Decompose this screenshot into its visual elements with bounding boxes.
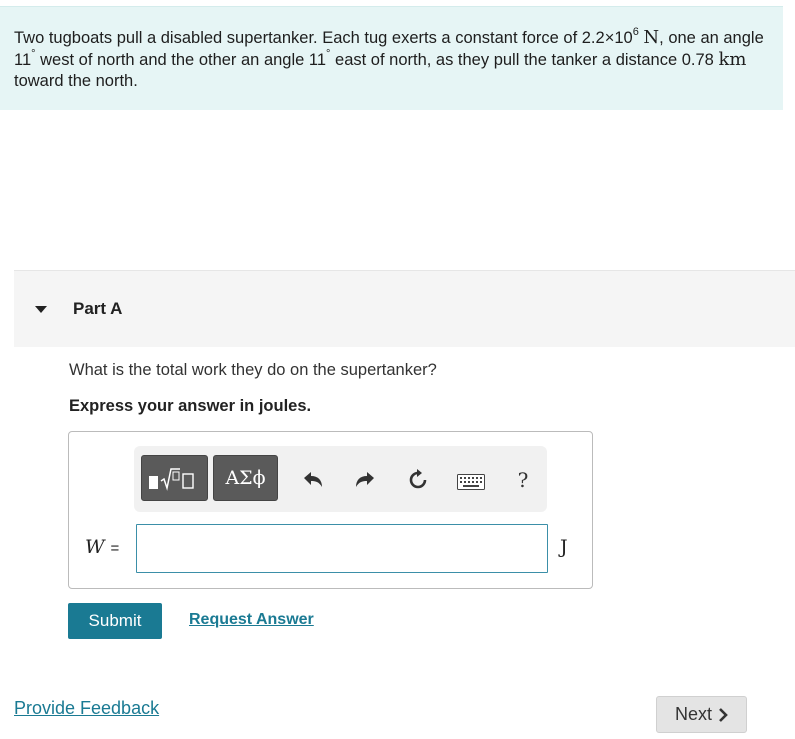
greek-symbols-button[interactable]: ΑΣϕ	[213, 455, 278, 501]
question-text: What is the total work they do on the su…	[69, 361, 437, 379]
problem-text-1: Two tugboats pull a disabled supertanker…	[14, 29, 633, 47]
answer-input[interactable]	[136, 524, 548, 573]
answer-box: ΑΣϕ ? W = J	[68, 431, 593, 589]
next-button[interactable]: Next	[656, 696, 747, 733]
submit-button[interactable]: Submit	[68, 603, 162, 639]
help-button[interactable]: ?	[509, 466, 537, 494]
undo-icon[interactable]	[299, 466, 327, 494]
part-a-header[interactable]: Part A	[14, 270, 795, 347]
templates-button[interactable]	[141, 455, 208, 501]
templates-icon	[148, 468, 194, 491]
next-label: Next	[674, 704, 712, 724]
force-unit: N	[643, 27, 660, 48]
variable-name: W	[85, 536, 105, 558]
degree-symbol-1: °	[31, 47, 36, 60]
answer-variable-label: W =	[85, 536, 119, 559]
equals-sign: =	[110, 540, 120, 557]
provide-feedback-link[interactable]: Provide Feedback	[14, 698, 159, 719]
math-toolbar: ΑΣϕ ?	[134, 446, 547, 512]
force-exponent: 6	[632, 25, 639, 38]
chevron-right-icon	[719, 707, 728, 722]
request-answer-link[interactable]: Request Answer	[189, 611, 314, 629]
instruction-text: Express your answer in joules.	[69, 397, 312, 415]
reset-icon[interactable]	[404, 466, 432, 494]
problem-text-3: west of north and the other an angle 11	[35, 51, 327, 69]
part-title: Part A	[73, 299, 123, 318]
keyboard-icon[interactable]	[457, 468, 485, 496]
problem-statement: Two tugboats pull a disabled supertanker…	[0, 6, 783, 110]
problem-text-5: toward the north.	[14, 72, 138, 90]
answer-unit: J	[560, 536, 568, 558]
problem-text-4: east of north, as they pull the tanker a…	[330, 51, 719, 69]
redo-icon[interactable]	[351, 466, 379, 494]
caret-down-icon[interactable]	[35, 305, 47, 313]
degree-symbol-2: °	[326, 47, 331, 60]
distance-unit: km	[718, 49, 747, 70]
